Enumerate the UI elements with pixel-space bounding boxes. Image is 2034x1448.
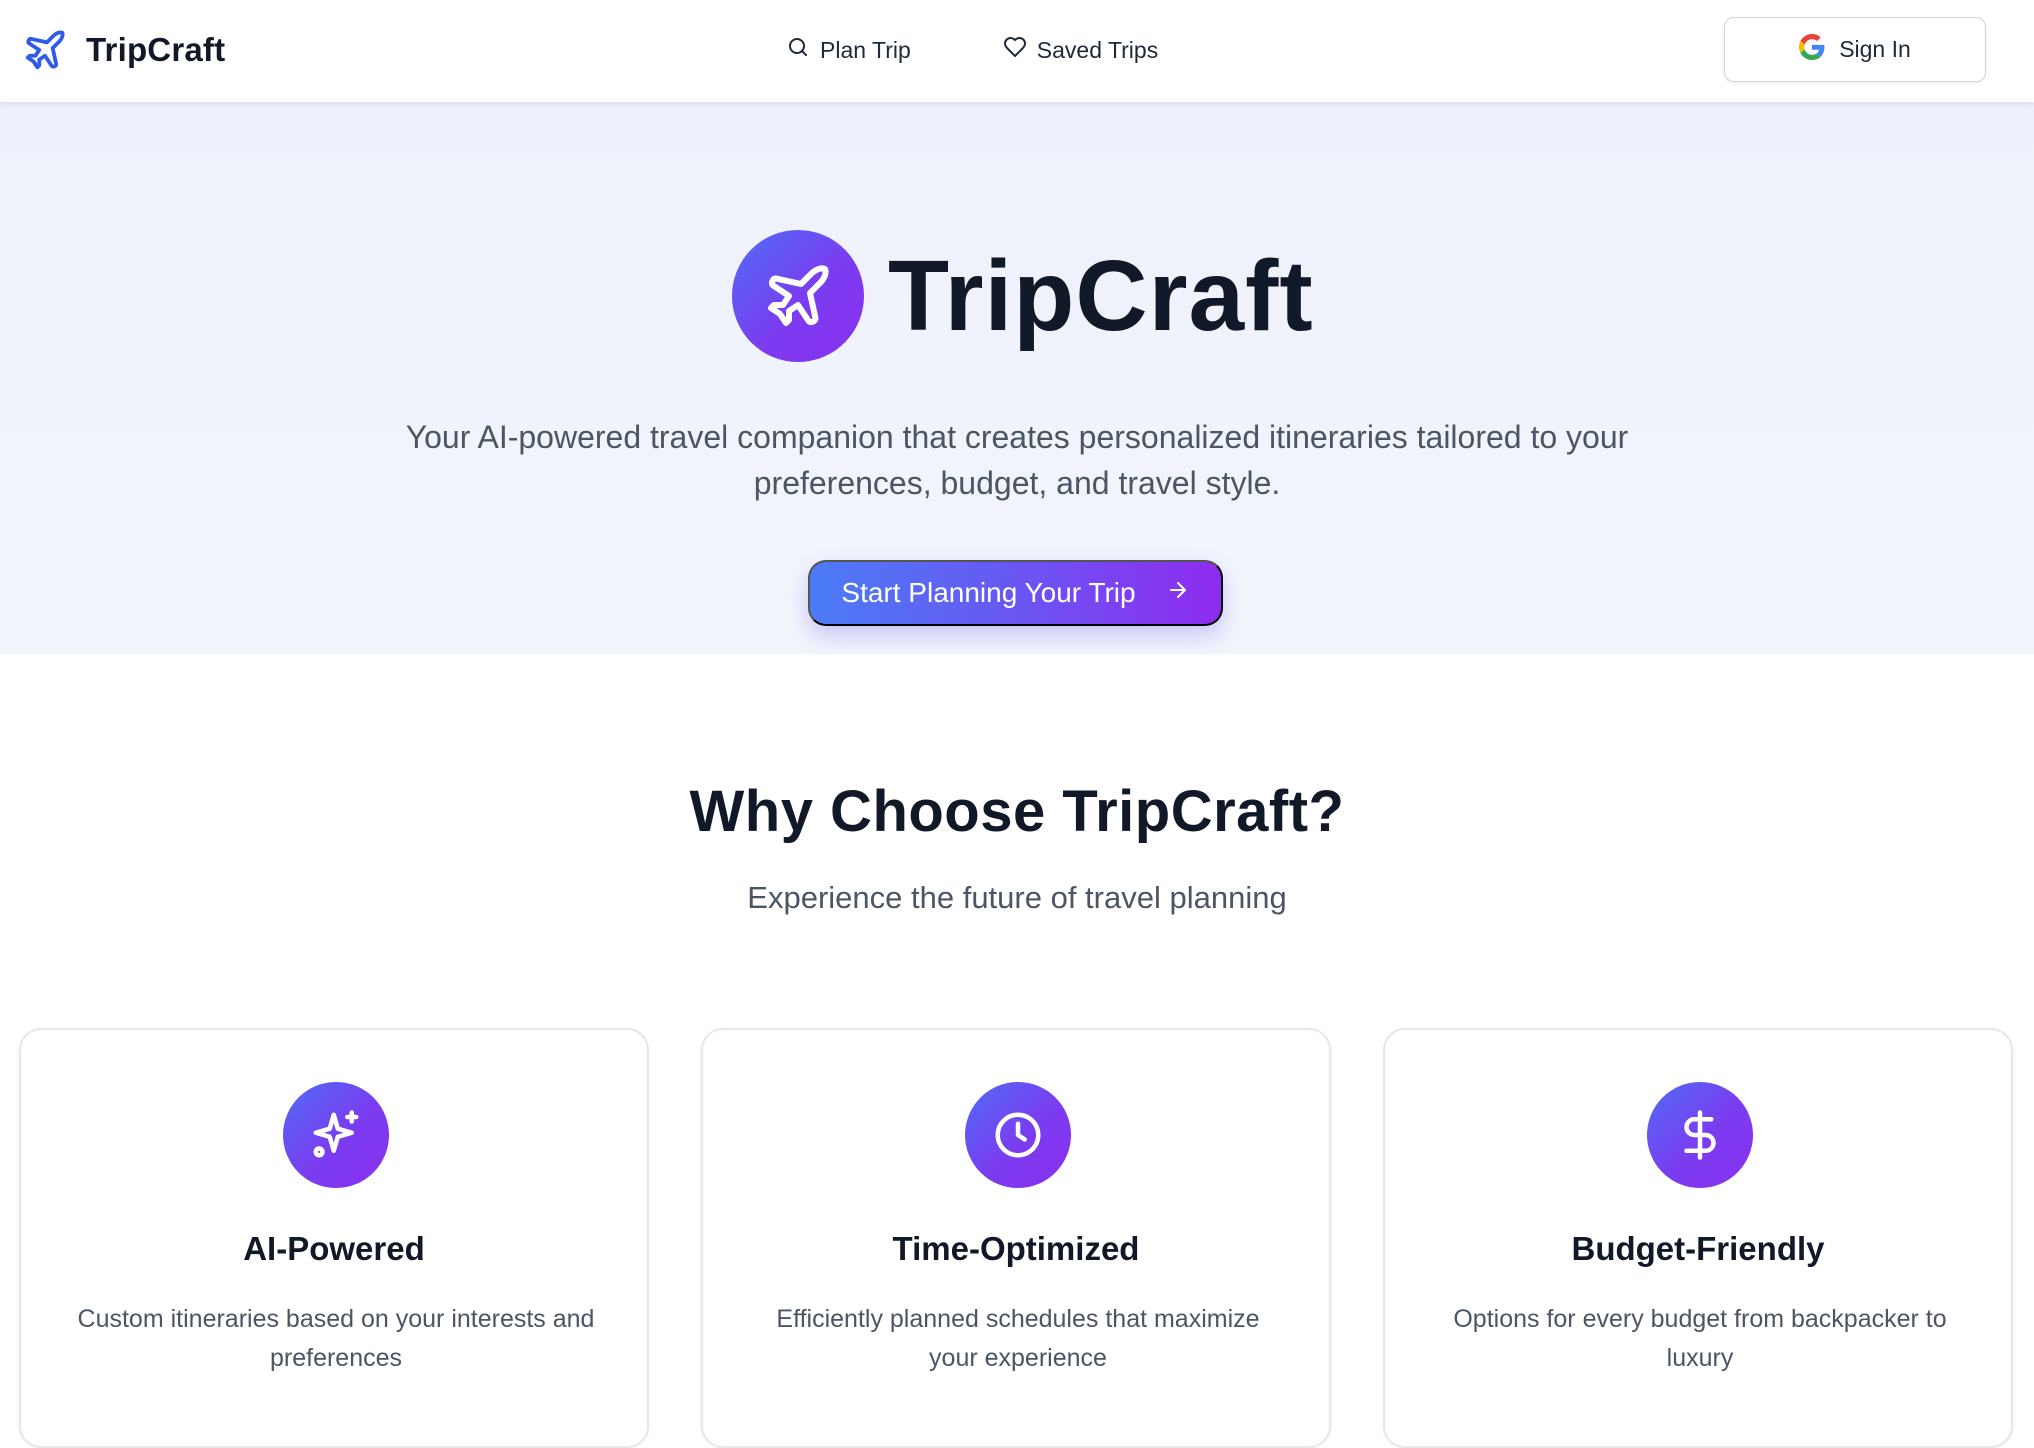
top-navbar: TripCraft Plan Trip Saved Trips Sign In	[0, 0, 2034, 102]
hero-subtitle-line2: preferences, budget, and travel style.	[753, 465, 1281, 501]
nav-plan-trip-label: Plan Trip	[820, 36, 911, 63]
start-planning-button[interactable]: Start Planning Your Trip	[808, 560, 1223, 626]
feature-card-time-optimized: Time-Optimized Efficiently planned sched…	[701, 1028, 1331, 1448]
sign-in-button[interactable]: Sign In	[1724, 17, 1986, 82]
dollar-icon	[1647, 1082, 1753, 1188]
clock-icon	[965, 1082, 1071, 1188]
feature-card-title: Budget-Friendly	[1571, 1230, 1825, 1267]
feature-card-title: AI-Powered	[243, 1230, 425, 1267]
google-icon	[1799, 33, 1825, 66]
main-nav: Plan Trip Saved Trips	[786, 30, 1158, 70]
hero-subtitle-line1: Your AI-powered travel companion that cr…	[405, 419, 1629, 455]
sign-in-label: Sign In	[1839, 36, 1911, 62]
hero-plane-icon	[732, 230, 864, 362]
arrow-right-icon	[1166, 577, 1190, 609]
feature-card-budget-friendly: Budget-Friendly Options for every budget…	[1383, 1028, 2013, 1448]
search-icon	[786, 35, 810, 65]
features-subtitle: Experience the future of travel planning	[747, 880, 1287, 915]
feature-card-desc: Options for every budget from backpacker…	[1453, 1305, 1947, 1372]
feature-card-desc: Custom itineraries based on your interes…	[77, 1305, 595, 1372]
nav-saved-trips[interactable]: Saved Trips	[1003, 35, 1158, 65]
feature-card-ai-powered: AI-Powered Custom itineraries based on y…	[19, 1028, 649, 1448]
nav-saved-trips-label: Saved Trips	[1036, 36, 1159, 63]
feature-card-desc: Efficiently planned schedules that maxim…	[776, 1305, 1260, 1372]
hero-title: TripCraft	[888, 240, 1314, 352]
plane-icon	[22, 27, 68, 73]
hero-section: TripCraft Your AI-powered travel compani…	[0, 102, 2034, 654]
features-title: Why Choose TripCraft?	[689, 779, 1345, 844]
feature-card-title: Time-Optimized	[892, 1230, 1140, 1267]
sparkles-icon	[283, 1082, 389, 1188]
nav-plan-trip[interactable]: Plan Trip	[786, 35, 911, 65]
hero-subtitle: Your AI-powered travel companion that cr…	[317, 414, 1717, 506]
start-planning-label: Start Planning Your Trip	[841, 577, 1136, 608]
heart-icon	[1003, 35, 1027, 65]
brand-logo-link[interactable]: TripCraft	[22, 24, 225, 76]
brand-name: TripCraft	[86, 31, 226, 68]
